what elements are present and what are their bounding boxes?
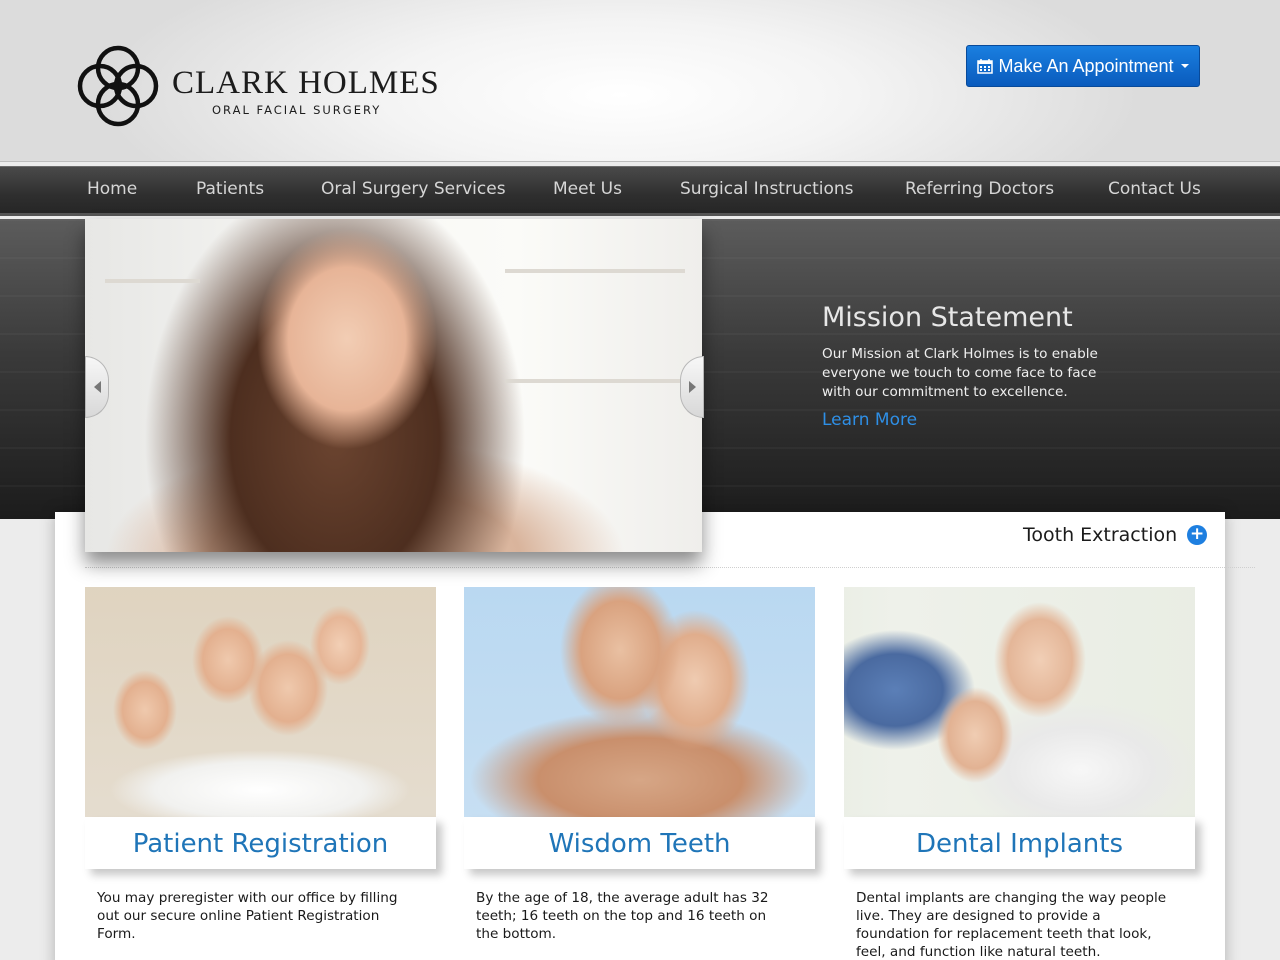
patient-registration-text: You may preregister with our office by f… (97, 890, 398, 942)
shelf-decoration (105, 279, 200, 283)
nav-item-surgical-instructions[interactable]: Surgical Instructions (680, 179, 854, 199)
calendar-icon (977, 59, 994, 74)
dental-implants-title[interactable]: Dental Implants (844, 817, 1195, 869)
arrow-right-icon (688, 381, 696, 393)
nav-item-oral-surgery-services[interactable]: Oral Surgery Services (321, 179, 506, 199)
shelf-decoration (505, 379, 685, 383)
nav-item-home[interactable]: Home (87, 179, 137, 199)
mission-title: Mission Statement (822, 302, 1073, 333)
logo-rings-icon (77, 45, 159, 127)
logo-name: CLARK HOLMES (172, 65, 440, 101)
arrow-left-icon (93, 381, 101, 393)
caret-down-icon (1180, 64, 1189, 68)
mission-text: Our Mission at Clark Holmes is to enable… (822, 346, 1098, 400)
slider-image (85, 219, 702, 552)
nav-item-referring-doctors[interactable]: Referring Doctors (905, 179, 1054, 199)
tooth-extraction-label: Tooth Extraction (1023, 524, 1178, 546)
wisdom-teeth-image[interactable] (464, 587, 815, 817)
dental-implants-image[interactable] (844, 587, 1195, 817)
nav-item-patients[interactable]: Patients (196, 179, 264, 199)
shelf-decoration (505, 269, 685, 273)
wisdom-teeth-title[interactable]: Wisdom Teeth (464, 817, 815, 869)
appointment-button-label: Make An Appointment (998, 55, 1174, 76)
site-header: CLARK HOLMES ORAL FACIAL SURGERY Make An… (0, 0, 1280, 162)
logo[interactable]: CLARK HOLMES ORAL FACIAL SURGERY (72, 40, 439, 132)
wisdom-teeth-text: By the age of 18, the average adult has … (476, 890, 769, 942)
main-nav: Home Patients Oral Surgery Services Meet… (0, 166, 1280, 216)
patient-registration-title[interactable]: Patient Registration (85, 817, 436, 869)
nav-item-meet-us[interactable]: Meet Us (553, 179, 622, 199)
nav-item-contact-us[interactable]: Contact Us (1108, 179, 1201, 199)
divider (85, 567, 1255, 568)
patient-registration-image[interactable] (85, 587, 436, 817)
make-appointment-button[interactable]: Make An Appointment (966, 45, 1200, 87)
logo-subtitle: ORAL FACIAL SURGERY (212, 103, 382, 117)
plus-circle-icon: + (1187, 525, 1208, 545)
dental-implants-text: Dental implants are changing the way peo… (856, 890, 1167, 960)
tooth-extraction-link[interactable]: Tooth Extraction + (1023, 524, 1208, 546)
learn-more-link[interactable]: Learn More (822, 410, 917, 430)
